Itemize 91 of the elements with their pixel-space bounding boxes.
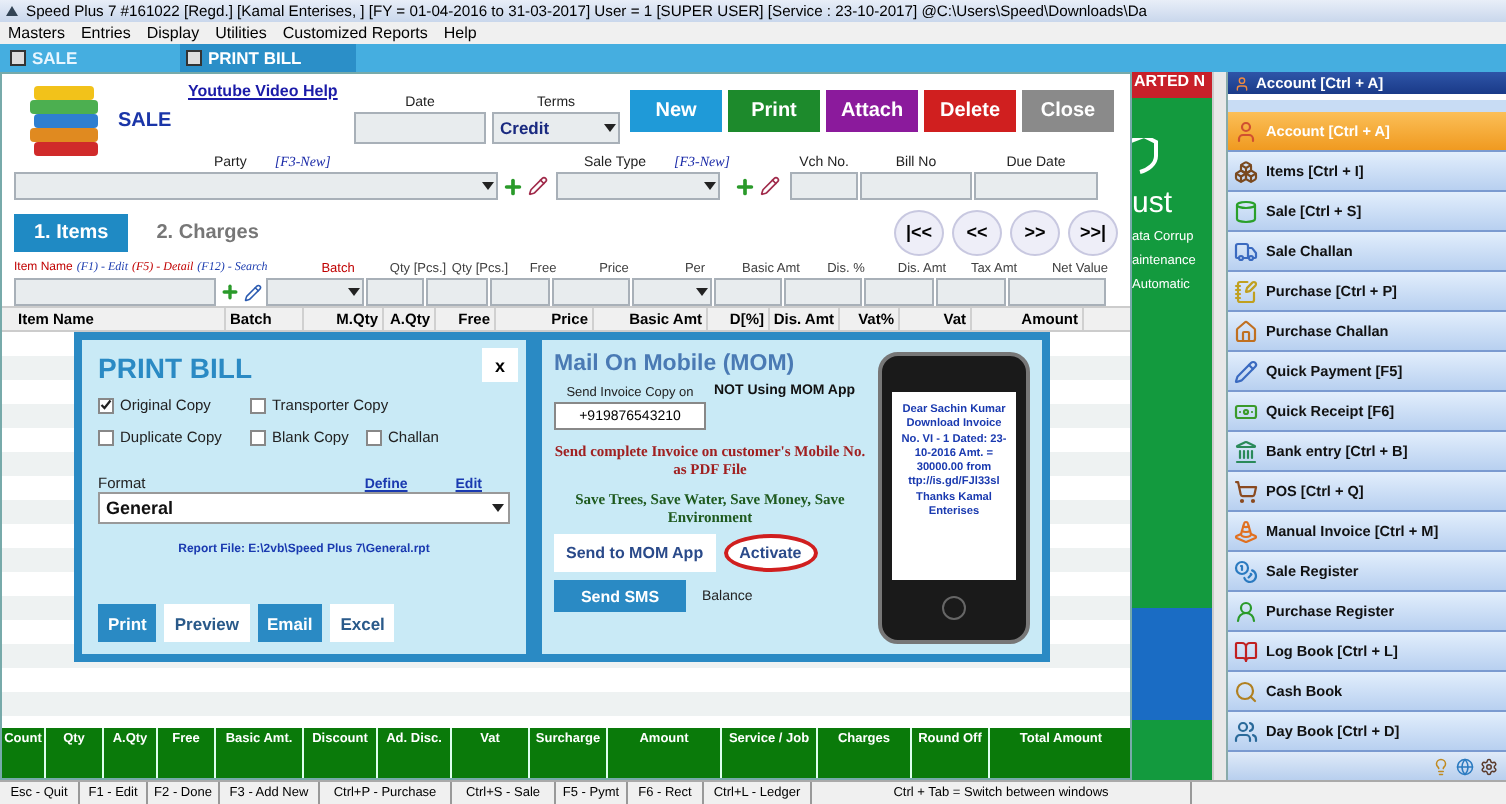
dialog-button[interactable]: Print <box>98 604 157 642</box>
add-icon[interactable] <box>734 175 757 197</box>
navigation-button[interactable]: |<< <box>894 209 944 255</box>
user-icon <box>1234 75 1250 91</box>
input-field[interactable] <box>784 278 862 306</box>
date-field[interactable] <box>354 112 486 144</box>
cart-icon <box>1234 479 1258 503</box>
menu-item[interactable]: Utilities <box>215 24 267 42</box>
dialog-title: PRINT BILL <box>98 352 252 384</box>
settings-icon[interactable] <box>1480 757 1498 775</box>
dialog-button[interactable]: Activate <box>723 534 818 572</box>
toolbar-button[interactable]: Print <box>728 90 820 132</box>
boxes-icon <box>1234 159 1258 183</box>
document-tab[interactable]: PRINT BILL <box>180 44 356 72</box>
house-icon <box>1234 319 1258 343</box>
cylinder-icon <box>1234 199 1258 223</box>
banknote-icon <box>1234 399 1258 423</box>
input-field[interactable] <box>864 278 934 306</box>
navigation-button[interactable]: << <box>952 209 1002 255</box>
format-dropdown[interactable]: General <box>98 492 510 524</box>
navigation-button[interactable]: >>| <box>1068 209 1118 255</box>
menu-item[interactable]: Display <box>146 24 200 42</box>
toolbar-button[interactable]: Attach <box>826 90 918 132</box>
dialog-button[interactable]: Email <box>257 604 323 642</box>
promo-heading: ust <box>1132 186 1175 220</box>
caret-icon <box>482 182 494 190</box>
dialog-close-button[interactable]: x <box>482 348 518 382</box>
help-link[interactable]: Youtube Video Help <box>188 82 348 100</box>
caret-icon <box>492 504 504 512</box>
input-field[interactable] <box>552 278 630 306</box>
home-button-icon <box>942 596 966 620</box>
book-icon <box>1234 639 1258 663</box>
input-field[interactable] <box>974 172 1099 200</box>
globe-icon[interactable] <box>1456 757 1474 775</box>
bank-icon <box>1234 439 1258 463</box>
pencil-icon[interactable] <box>760 176 781 196</box>
menu-item[interactable]: Customized Reports <box>282 24 428 42</box>
dialog-button[interactable]: Preview <box>164 604 250 642</box>
add-icon[interactable] <box>502 175 524 197</box>
input-field[interactable] <box>790 172 859 200</box>
menu-item[interactable]: Help <box>443 24 477 42</box>
menu-item[interactable]: Entries <box>80 24 131 42</box>
form-title: SALE <box>118 110 174 132</box>
input-field[interactable] <box>490 278 550 306</box>
input-field[interactable] <box>936 278 1006 306</box>
send-sms-button[interactable]: Send SMS <box>554 580 686 612</box>
input-field[interactable] <box>366 278 424 306</box>
banner-text: ARTED N <box>1132 72 1212 98</box>
section-tab[interactable]: 1. Items <box>14 213 129 251</box>
notepad-icon <box>1234 279 1258 303</box>
pencil-icon[interactable] <box>528 176 548 196</box>
terms-dropdown[interactable]: Credit <box>492 112 620 144</box>
caret-icon <box>704 182 716 190</box>
search-icon <box>1234 679 1258 703</box>
people-icon <box>1234 719 1258 743</box>
promo-panel <box>1132 608 1212 720</box>
form-icon <box>10 50 26 66</box>
truck-icon <box>1234 239 1258 263</box>
form-icon <box>186 50 202 66</box>
checkbox[interactable] <box>98 397 114 413</box>
dropdown-field[interactable] <box>632 278 712 306</box>
caret-icon <box>604 124 616 132</box>
scrollbar[interactable] <box>1212 72 1226 780</box>
navigation-button[interactable]: >> <box>1010 209 1060 255</box>
pencil-icon <box>1234 359 1258 383</box>
pencil-icon[interactable] <box>244 283 262 301</box>
checkbox[interactable] <box>98 429 114 445</box>
dialog-button[interactable]: Send to MOM App <box>554 534 716 572</box>
coins-icon <box>1234 559 1258 583</box>
cone-icon <box>1234 519 1258 543</box>
user-icon <box>1234 119 1258 143</box>
caret-icon <box>348 288 360 296</box>
toolbar-button[interactable]: Delete <box>924 90 1016 132</box>
checkbox[interactable] <box>366 429 382 445</box>
input-field[interactable] <box>426 278 488 306</box>
item-name-field[interactable] <box>14 278 216 306</box>
menu-item[interactable]: Masters <box>8 24 65 42</box>
panel-title: Mail On Mobile (MOM) <box>554 352 795 376</box>
lightbulb-icon[interactable] <box>1432 757 1450 775</box>
caret-icon <box>696 288 708 296</box>
dropdown-field[interactable] <box>266 278 364 306</box>
party-dropdown[interactable] <box>14 172 498 200</box>
input-field[interactable] <box>1008 278 1106 306</box>
checkbox[interactable] <box>250 397 266 413</box>
dialog-button[interactable]: Excel <box>330 604 395 642</box>
section-tab[interactable]: 2. Charges <box>136 213 279 251</box>
add-icon[interactable] <box>220 282 240 302</box>
input-field[interactable] <box>860 172 973 200</box>
person-icon <box>1234 599 1258 623</box>
checkbox[interactable] <box>250 429 266 445</box>
input-field[interactable] <box>714 278 782 306</box>
